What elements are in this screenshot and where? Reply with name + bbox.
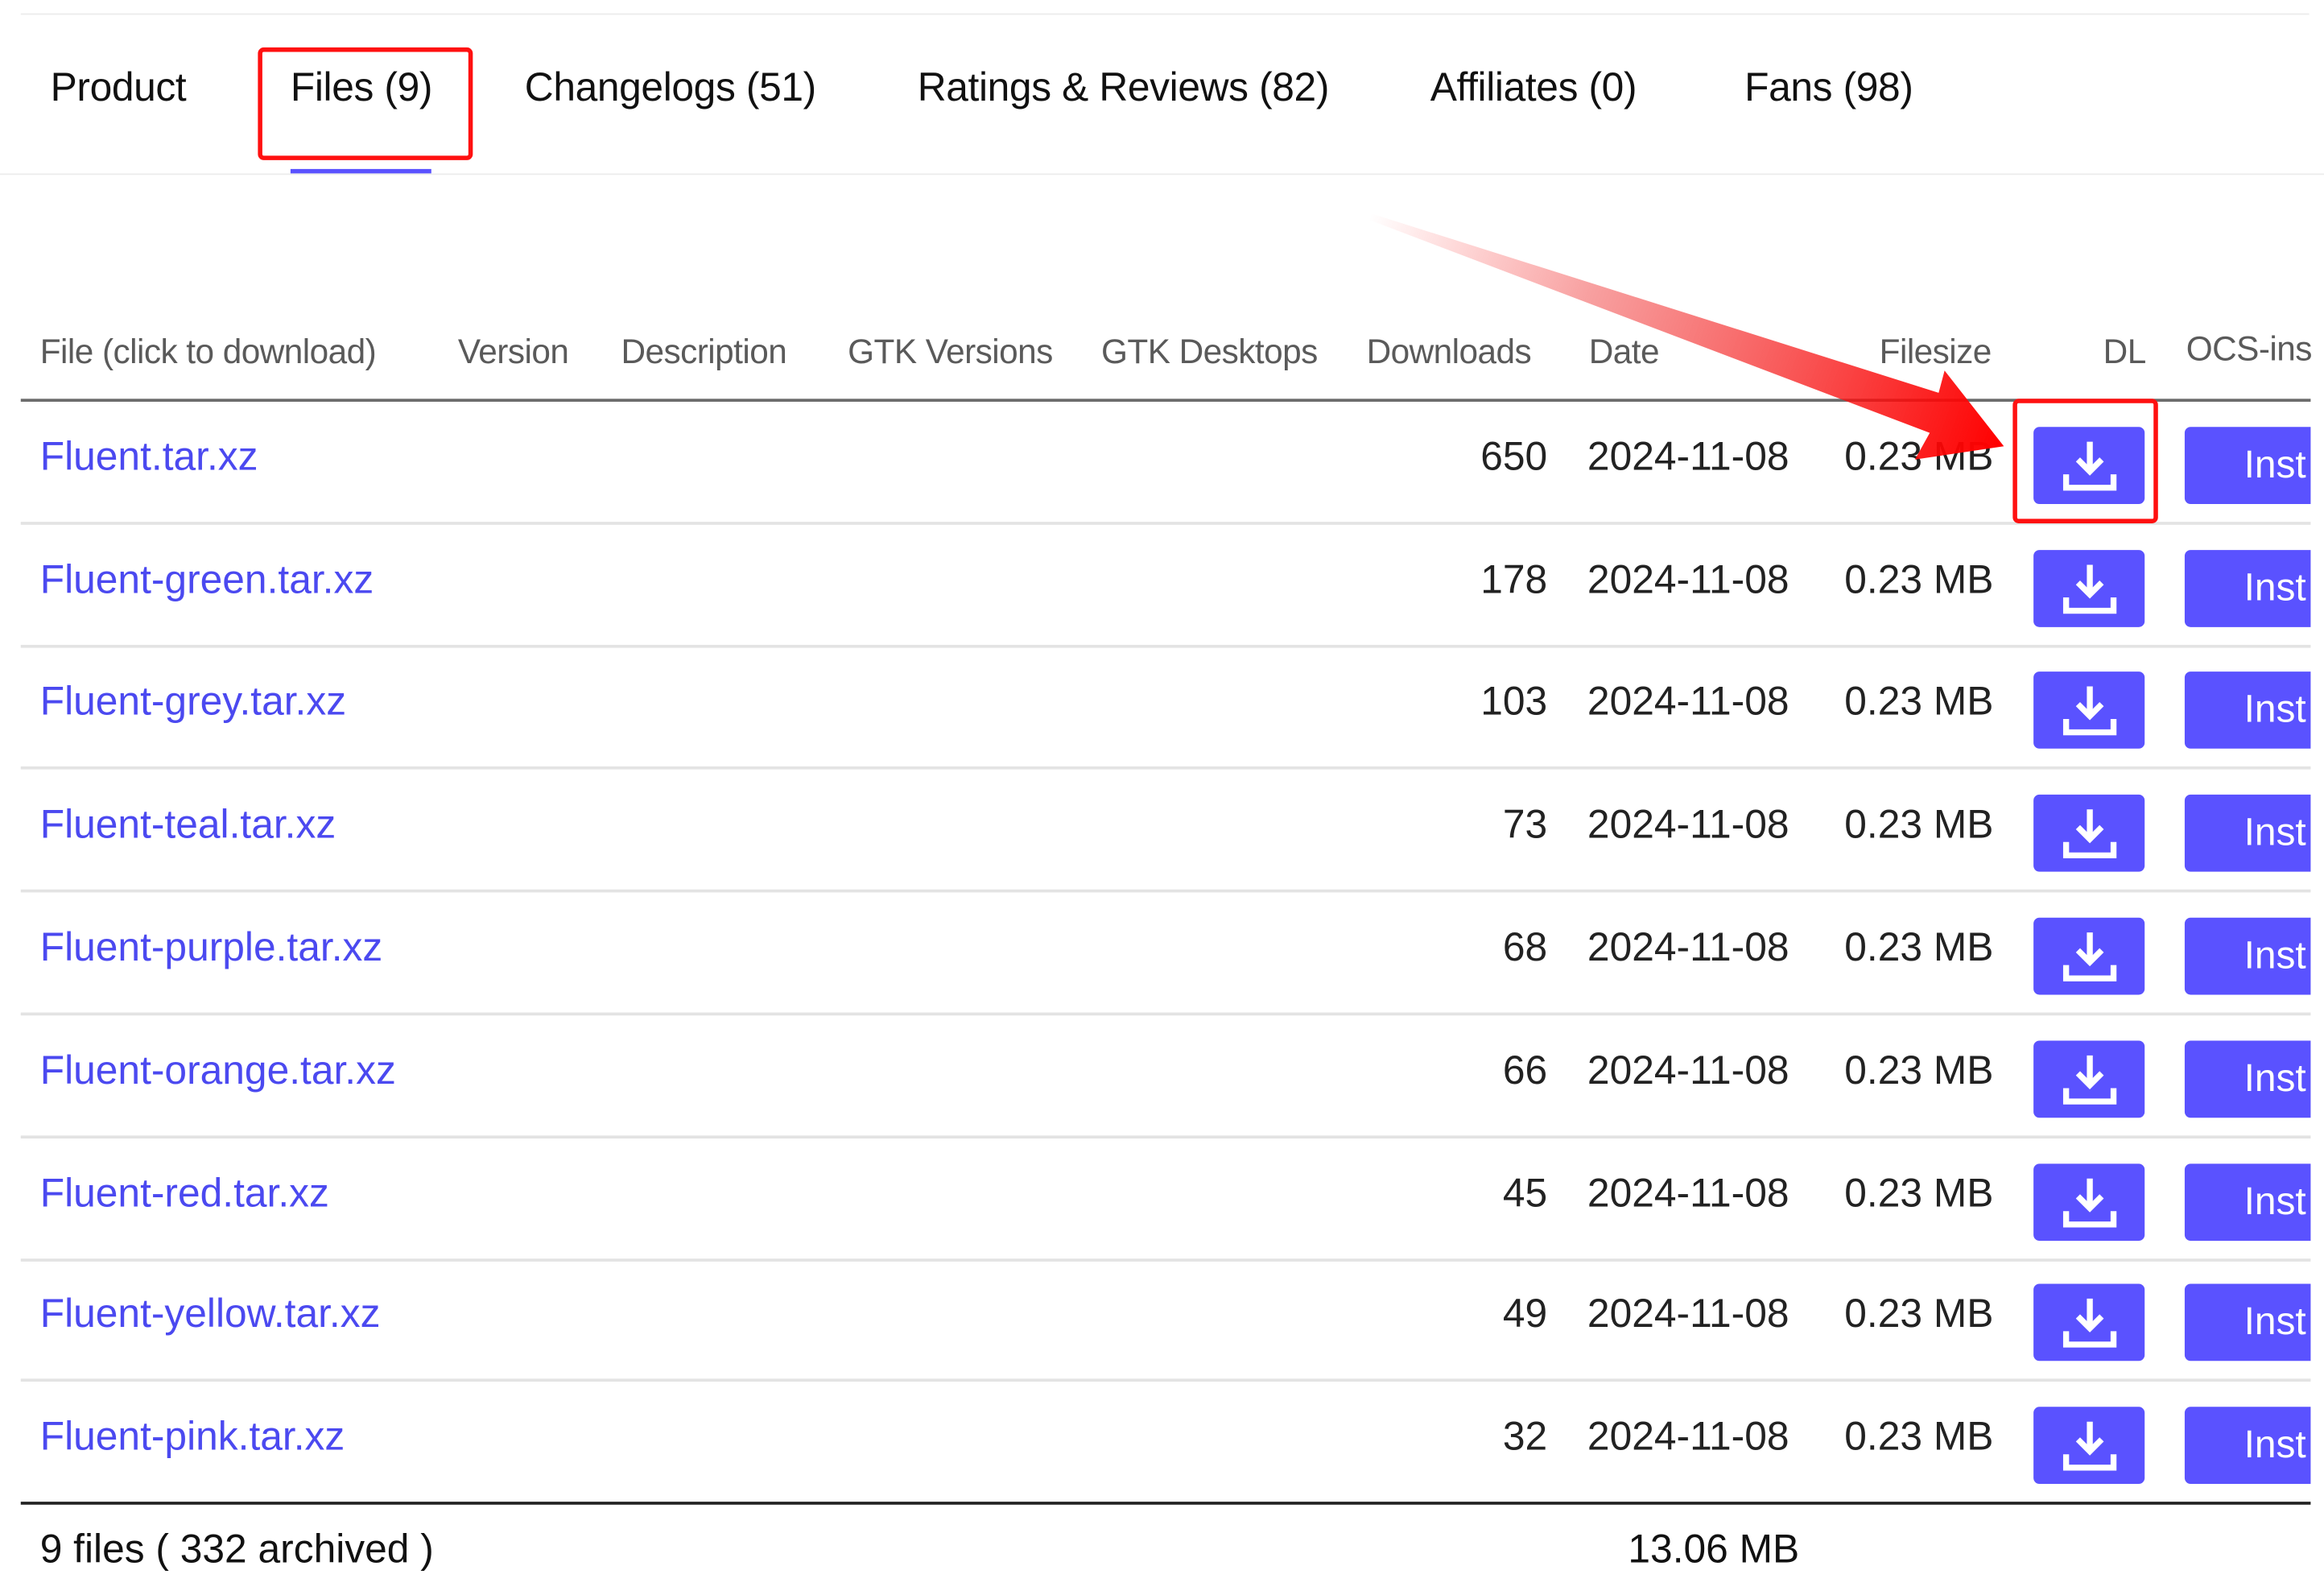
file-size: 0.23 MB (1844, 1291, 1994, 1336)
table-row: Fluent-green.tar.xz 178 2024-11-08 0.23 … (20, 525, 2311, 648)
downloads-count: 49 (1502, 1291, 1548, 1336)
downloads-count: 45 (1502, 1171, 1548, 1216)
ocs-install-button[interactable]: Inst (2184, 794, 2311, 872)
file-link[interactable]: Fluent-orange.tar.xz (40, 1048, 396, 1094)
header-dl: DL (2103, 332, 2147, 371)
footer-rule (20, 1502, 2311, 1505)
download-icon (2062, 1055, 2116, 1105)
downloads-count: 650 (1480, 434, 1548, 479)
file-link[interactable]: Fluent-red.tar.xz (40, 1171, 329, 1217)
download-button[interactable] (2033, 1283, 2145, 1362)
header-gtk-desktops: GTK Desktops (1101, 332, 1318, 371)
files-tab-highlight (258, 47, 473, 160)
table-row: Fluent-grey.tar.xz 103 2024-11-08 0.23 M… (20, 647, 2311, 770)
download-button[interactable] (2033, 550, 2145, 627)
file-date: 2024-11-08 (1587, 802, 1789, 847)
file-link[interactable]: Fluent-grey.tar.xz (40, 679, 346, 725)
header-description: Description (621, 332, 787, 371)
download-icon (2062, 1421, 2116, 1471)
file-size: 0.23 MB (1844, 434, 1994, 479)
downloads-count: 32 (1502, 1414, 1548, 1459)
download-icon (2062, 932, 2116, 981)
footer-total-size: 13.06 MB (1628, 1527, 1800, 1572)
downloads-count: 73 (1502, 802, 1548, 847)
header-date: Date (1588, 332, 1660, 371)
table-row: Fluent-teal.tar.xz 73 2024-11-08 0.23 MB… (20, 770, 2311, 893)
table-row: Fluent-purple.tar.xz 68 2024-11-08 0.23 … (20, 892, 2311, 1016)
file-link[interactable]: Fluent-purple.tar.xz (40, 925, 383, 971)
download-icon (2062, 809, 2116, 859)
file-date: 2024-11-08 (1587, 1414, 1789, 1459)
file-link[interactable]: Fluent-green.tar.xz (40, 557, 374, 603)
table-row: Fluent-red.tar.xz 45 2024-11-08 0.23 MB … (20, 1138, 2311, 1262)
file-size: 0.23 MB (1844, 557, 1994, 602)
file-date: 2024-11-08 (1587, 1047, 1789, 1093)
ocs-install-button[interactable]: Inst (2184, 1407, 2311, 1485)
header-ocs-install: OCS-ins (2186, 329, 2313, 368)
ocs-install-button[interactable]: Inst (2184, 427, 2311, 505)
file-size: 0.23 MB (1844, 1171, 1994, 1216)
file-size: 0.23 MB (1844, 1414, 1994, 1459)
ocs-install-button[interactable]: Inst (2184, 917, 2311, 995)
download-icon (2062, 564, 2116, 614)
table-row: Fluent-orange.tar.xz 66 2024-11-08 0.23 … (20, 1015, 2311, 1139)
file-size: 0.23 MB (1844, 924, 1994, 970)
file-link[interactable]: Fluent.tar.xz (40, 434, 258, 480)
footer-summary: 9 files ( 332 archived ) (39, 1527, 434, 1572)
file-date: 2024-11-08 (1587, 679, 1789, 724)
header-gtk-versions: GTK Versions (848, 332, 1053, 371)
file-link[interactable]: Fluent-pink.tar.xz (40, 1415, 345, 1461)
file-link[interactable]: Fluent-teal.tar.xz (40, 802, 336, 848)
tab-changelogs[interactable]: Changelogs (51) (525, 65, 816, 111)
download-icon (2062, 1298, 2116, 1348)
download-button[interactable] (2033, 671, 2145, 749)
header-version: Version (457, 332, 569, 371)
downloads-count: 178 (1480, 557, 1548, 602)
file-date: 2024-11-08 (1587, 557, 1789, 602)
header-file: File (click to download) (39, 332, 377, 371)
tab-fans[interactable]: Fans (98) (1744, 65, 1913, 111)
ocs-install-button[interactable]: Inst (2184, 550, 2311, 627)
file-date: 2024-11-08 (1587, 1171, 1789, 1216)
download-icon (2062, 686, 2116, 736)
file-link[interactable]: Fluent-yellow.tar.xz (40, 1291, 381, 1337)
file-size: 0.23 MB (1844, 802, 1994, 847)
ocs-install-button[interactable]: Inst (2184, 671, 2311, 749)
download-button[interactable] (2033, 1407, 2145, 1485)
download-button[interactable] (2033, 917, 2145, 995)
downloads-count: 68 (1502, 924, 1548, 970)
download-icon (2062, 1178, 2116, 1228)
downloads-count: 66 (1502, 1047, 1548, 1093)
file-date: 2024-11-08 (1587, 434, 1789, 479)
tab-affiliates[interactable]: Affiliates (0) (1430, 65, 1637, 111)
download-button[interactable] (2033, 794, 2145, 872)
table-row: Fluent-pink.tar.xz 32 2024-11-08 0.23 MB… (21, 1382, 2311, 1505)
table-row: Fluent-yellow.tar.xz 49 2024-11-08 0.23 … (20, 1258, 2311, 1382)
file-date: 2024-11-08 (1587, 1291, 1789, 1336)
files-page: Product Files (9) Changelogs (51) Rating… (0, 0, 2324, 1595)
download-button[interactable] (2033, 1040, 2145, 1118)
tab-ratings-reviews[interactable]: Ratings & Reviews (82) (918, 65, 1330, 111)
tab-product[interactable]: Product (51, 65, 187, 111)
download-button-highlight (2012, 399, 2158, 523)
tabs-divider (0, 173, 2324, 176)
file-size: 0.23 MB (1844, 679, 1994, 724)
header-filesize: Filesize (1879, 332, 1992, 371)
ocs-install-button[interactable]: Inst (2184, 1283, 2311, 1362)
table-row: Fluent.tar.xz 650 2024-11-08 0.23 MB Ins… (20, 402, 2311, 525)
header-downloads: Downloads (1366, 332, 1532, 371)
download-button[interactable] (2033, 1163, 2145, 1242)
file-date: 2024-11-08 (1587, 924, 1789, 970)
ocs-install-button[interactable]: Inst (2184, 1040, 2311, 1118)
file-size: 0.23 MB (1844, 1047, 1994, 1093)
downloads-count: 103 (1480, 679, 1548, 724)
ocs-install-button[interactable]: Inst (2184, 1163, 2311, 1242)
